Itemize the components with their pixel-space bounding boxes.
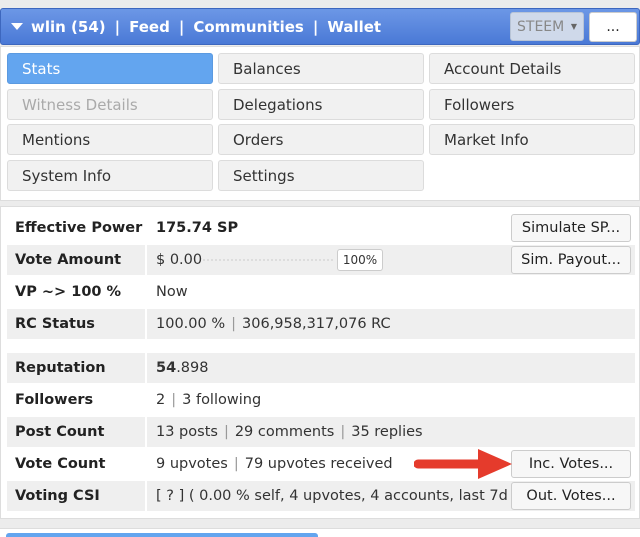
- follower-count: 2: [156, 392, 166, 408]
- stat-label: Reputation: [7, 353, 147, 383]
- top-nav-bar: wlin (54) | Feed | Communities | Wallet …: [0, 8, 640, 45]
- tab-market-info[interactable]: Market Info: [429, 124, 635, 155]
- nav-communities[interactable]: Communities: [193, 18, 304, 36]
- next-panel-tab: [6, 533, 318, 537]
- chevron-down-icon: ▼: [570, 22, 577, 31]
- red-arrow-icon: [414, 449, 512, 479]
- inc-votes-button[interactable]: Inc. Votes...: [511, 450, 631, 478]
- stat-row-followers: Followers 2 | 3 following: [7, 385, 635, 415]
- rc-percent: 100.00 %: [156, 316, 226, 332]
- reputation-decimal: .898: [176, 360, 209, 376]
- stat-label: Effective Power: [7, 213, 147, 243]
- replies-count: 35 replies: [351, 424, 423, 440]
- rc-amount: 306,958,317,076 RC: [242, 316, 391, 332]
- stat-value: $ 0.00: [156, 252, 203, 268]
- stat-label: Vote Count: [7, 449, 147, 479]
- tab-mentions[interactable]: Mentions: [7, 124, 213, 155]
- next-panel-strip: [0, 528, 640, 537]
- stat-label: Followers: [7, 385, 147, 415]
- out-votes-button[interactable]: Out. Votes...: [511, 482, 631, 510]
- tab-witness-details[interactable]: Witness Details: [7, 89, 213, 120]
- sim-payout-button[interactable]: Sim. Payout...: [511, 246, 631, 274]
- stat-label: VP ~> 100 %: [7, 277, 147, 307]
- nav-wallet[interactable]: Wallet: [327, 18, 381, 36]
- stat-row-effective-power: Effective Power 175.74 SP Simulate SP...: [7, 213, 635, 243]
- stat-row-vote-count: Vote Count 9 upvotes | 79 upvotes received…: [7, 449, 635, 479]
- tab-orders[interactable]: Orders: [218, 124, 424, 155]
- nav-separator: |: [178, 17, 185, 36]
- currency-select-value: STEEM: [517, 18, 565, 35]
- stat-row-voting-csi: Voting CSI [ ? ] ( 0.00 % self, 4 upvote…: [7, 481, 635, 511]
- nav-separator: |: [114, 17, 121, 36]
- stat-value: 175.74 SP: [156, 220, 239, 236]
- stat-label: RC Status: [7, 309, 147, 339]
- following-count: 3 following: [182, 392, 262, 408]
- stat-label: Vote Amount: [7, 245, 147, 275]
- tab-balances[interactable]: Balances: [218, 53, 424, 84]
- value-separator: |: [231, 316, 237, 332]
- stat-row-rc-status: RC Status 100.00 % | 306,958,317,076 RC: [7, 309, 635, 339]
- nav-separator: |: [312, 17, 319, 36]
- username-link[interactable]: wlin (54): [31, 18, 106, 36]
- stat-value: [ ? ] ( 0.00 % self, 4 upvotes, 4 accoun…: [156, 488, 519, 504]
- caret-down-icon[interactable]: [11, 23, 23, 30]
- tabs-panel: Stats Balances Account Details Witness D…: [0, 46, 640, 201]
- comments-count: 29 comments: [234, 424, 335, 440]
- value-separator: |: [171, 392, 177, 408]
- stat-value: 13 posts | 29 comments | 35 replies: [147, 424, 423, 440]
- stat-label: Voting CSI: [7, 481, 147, 511]
- stat-value: 9 upvotes | 79 upvotes received: [147, 456, 393, 472]
- posts-count: 13 posts: [156, 424, 218, 440]
- simulate-sp-button[interactable]: Simulate SP...: [511, 214, 631, 242]
- value-separator: |: [223, 424, 229, 440]
- vote-weight-slider[interactable]: [203, 259, 333, 262]
- stat-row-post-count: Post Count 13 posts | 29 comments | 35 repli…: [7, 417, 635, 447]
- value-separator: |: [233, 456, 239, 472]
- reputation-int: 54: [156, 360, 177, 376]
- nav-feed[interactable]: Feed: [129, 18, 170, 36]
- more-button[interactable]: ...: [589, 12, 637, 42]
- stats-panel: Effective Power 175.74 SP Simulate SP...…: [0, 206, 640, 519]
- vote-weight-percent: 100%: [337, 249, 383, 271]
- upvotes-received: 79 upvotes received: [244, 456, 393, 472]
- stat-row-vp: VP ~> 100 % Now: [7, 277, 635, 307]
- tab-settings[interactable]: Settings: [218, 160, 424, 191]
- tab-followers[interactable]: Followers: [429, 89, 635, 120]
- stat-value: 54.898: [147, 360, 208, 376]
- stat-row-reputation: Reputation 54.898: [7, 353, 635, 383]
- tab-stats[interactable]: Stats: [7, 53, 213, 84]
- currency-select[interactable]: STEEM ▼: [510, 12, 584, 41]
- stat-label: Post Count: [7, 417, 147, 447]
- stat-row-vote-amount: Vote Amount $ 0.00 100% Sim. Payout...: [7, 245, 635, 275]
- stat-value: Now: [156, 284, 188, 300]
- stat-value: 100.00 % | 306,958,317,076 RC: [147, 316, 391, 332]
- upvotes-count: 9 upvotes: [156, 456, 228, 472]
- tab-delegations[interactable]: Delegations: [218, 89, 424, 120]
- stat-value: 2 | 3 following: [147, 392, 261, 408]
- tab-account-details[interactable]: Account Details: [429, 53, 635, 84]
- tab-system-info[interactable]: System Info: [7, 160, 213, 191]
- value-separator: |: [340, 424, 346, 440]
